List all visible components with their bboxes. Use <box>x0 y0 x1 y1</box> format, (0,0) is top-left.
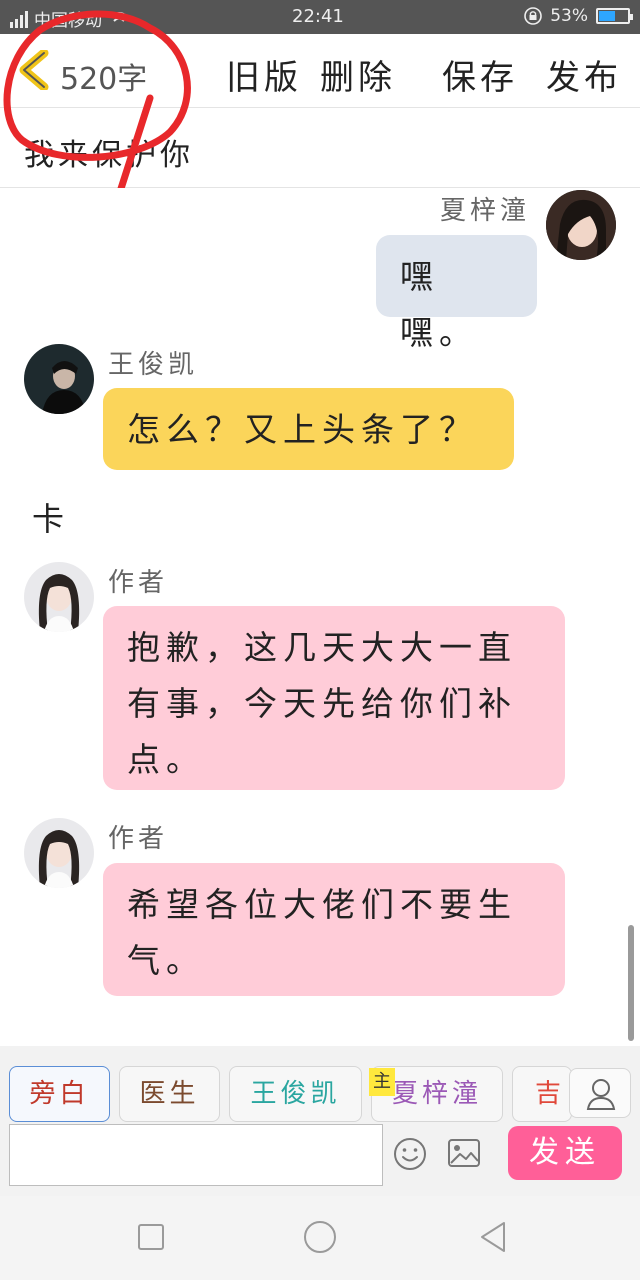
signal-icon <box>10 10 28 28</box>
avatar[interactable] <box>24 344 94 414</box>
word-count: 520字 <box>60 62 148 97</box>
status-right: 53% <box>524 6 633 26</box>
message-bubble[interactable]: 希望各位大佬们不要生 气。 <box>103 863 565 996</box>
message-bubble[interactable]: 怎么？又上头条了？ <box>103 388 514 470</box>
avatar[interactable] <box>24 562 94 632</box>
image-icon[interactable] <box>447 1138 481 1168</box>
sender-name: 王俊凯 <box>108 350 199 380</box>
wifi-icon <box>109 11 129 22</box>
chat-scrollbar[interactable] <box>628 925 634 1041</box>
message-line: 抱歉，这几天大大一直 <box>127 628 517 667</box>
avatar[interactable] <box>546 190 616 260</box>
message-line: 希望各位大佬们不要生 <box>127 885 517 924</box>
square-icon[interactable] <box>138 1224 164 1250</box>
narration-text[interactable]: 卡 <box>32 494 64 540</box>
sender-name: 作者 <box>108 568 169 598</box>
delete-button[interactable]: 删除 <box>320 50 396 99</box>
save-button[interactable]: 保存 <box>442 50 518 99</box>
send-button[interactable]: 发送 <box>508 1126 622 1180</box>
message-line: 点。 <box>127 740 205 779</box>
user-icon[interactable] <box>569 1068 631 1118</box>
role-tab-more[interactable]: 吉 <box>512 1066 572 1122</box>
sender-name: 作者 <box>108 824 169 854</box>
status-bar: 中国移动 22:41 53% <box>0 0 640 34</box>
publish-button[interactable]: 发布 <box>546 50 622 99</box>
old-version-button[interactable]: 旧版 <box>226 50 302 99</box>
smiley-icon[interactable] <box>393 1137 427 1171</box>
message-input[interactable] <box>9 1124 383 1186</box>
battery-icon <box>596 8 633 24</box>
status-left: 中国移动 <box>10 6 130 31</box>
role-tab-wang-junkai[interactable]: 王俊凯 <box>229 1066 362 1122</box>
story-title-bar: 我来保护你 <box>0 108 640 188</box>
message-line: 气。 <box>127 941 205 980</box>
carrier-label: 中国移动 <box>34 11 102 31</box>
message-bubble[interactable]: 抱歉，这几天大大一直 有事，今天先给你们补 点。 <box>103 606 565 790</box>
battery-percent: 53% <box>550 6 588 26</box>
editor-header: 520字 旧版 删除 保存 发布 <box>0 34 640 108</box>
role-tab-narrator[interactable]: 旁白 <box>9 1066 110 1122</box>
composer: 发送 <box>0 1122 640 1196</box>
role-tab-doctor[interactable]: 医生 <box>119 1066 220 1122</box>
main-character-badge: 主 <box>369 1068 395 1096</box>
clock: 22:41 <box>292 6 344 27</box>
system-nav-bar <box>0 1196 640 1280</box>
triangle-back-icon[interactable] <box>478 1220 508 1254</box>
sender-name: 夏梓潼 <box>440 196 531 226</box>
chevron-left-icon[interactable] <box>16 50 52 90</box>
chat-area: 夏梓潼 嘿嘿。 王俊凯 怎么？又上头条了？ 卡 作者 抱歉，这几天大大一直 有事… <box>0 188 640 1046</box>
lock-icon <box>524 7 543 25</box>
message-line: 有事，今天先给你们补 <box>127 684 517 723</box>
message-bubble[interactable]: 嘿嘿。 <box>376 235 537 352</box>
story-title[interactable]: 我来保护你 <box>24 130 194 174</box>
circle-icon[interactable] <box>304 1221 336 1253</box>
avatar[interactable] <box>24 818 94 888</box>
